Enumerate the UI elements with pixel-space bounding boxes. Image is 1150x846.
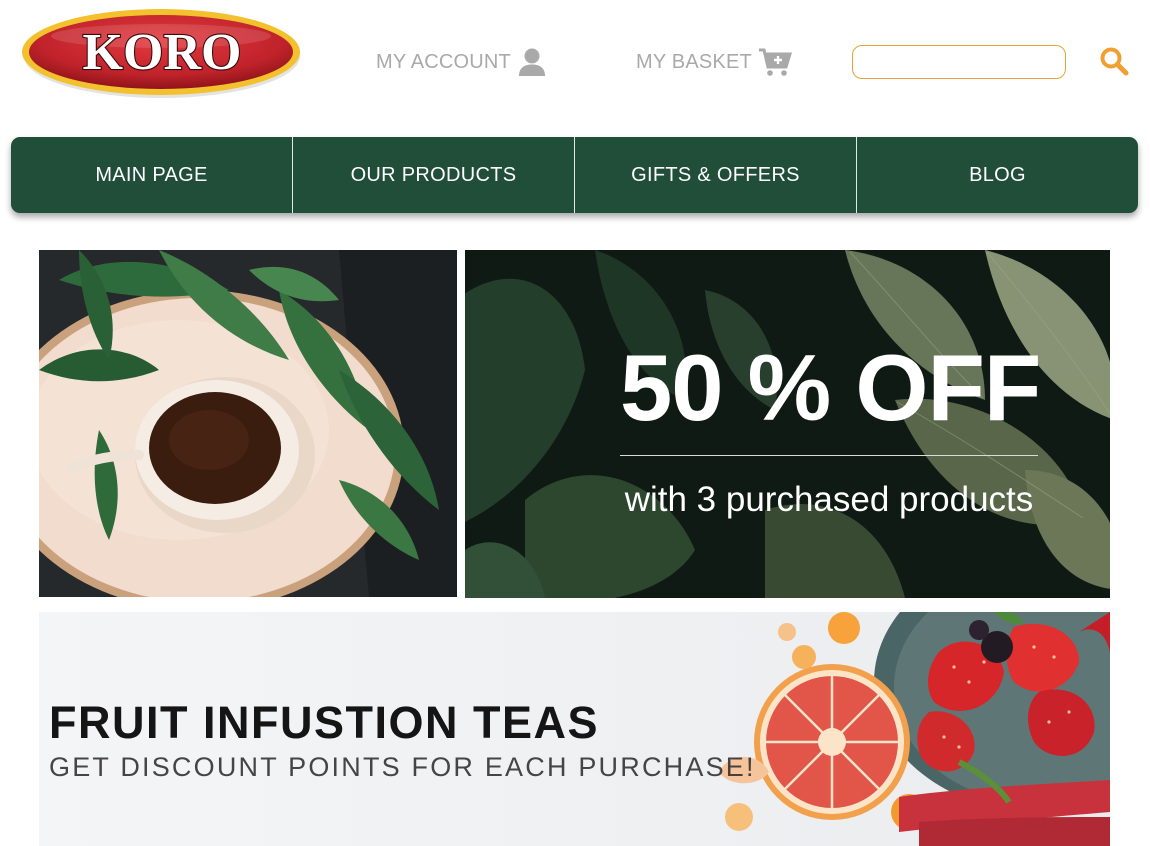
nav-item-blog[interactable]: BLOG <box>857 137 1138 213</box>
search-input[interactable] <box>852 45 1066 79</box>
tea-cup-image <box>39 250 457 597</box>
my-basket-label: MY BASKET <box>636 50 752 73</box>
koro-logo[interactable]: KORO <box>20 6 304 100</box>
main-nav: MAIN PAGE OUR PRODUCTS GIFTS & OFFERS BL… <box>11 137 1138 213</box>
my-basket-link[interactable]: MY BASKET <box>636 44 792 80</box>
sale-banner[interactable]: 50 % OFF with 3 purchased products <box>465 250 1110 598</box>
fruit-banner-subtitle: GET DISCOUNT POINTS FOR EACH PURCHASE! <box>49 752 756 782</box>
cart-plus-icon <box>758 47 792 77</box>
search-icon <box>1099 46 1129 81</box>
user-icon <box>517 47 547 77</box>
fruit-banner-title: FRUIT INFUSTION TEAS <box>49 697 599 748</box>
nav-item-our-products[interactable]: OUR PRODUCTS <box>293 137 575 213</box>
my-account-label: MY ACCOUNT <box>376 50 511 73</box>
fruit-tea-banner[interactable]: FRUIT INFUSTION TEAS GET DISCOUNT POINTS… <box>39 612 1110 846</box>
my-account-link[interactable]: MY ACCOUNT <box>376 44 547 80</box>
logo-text: KORO <box>83 24 242 81</box>
nav-item-main-page[interactable]: MAIN PAGE <box>11 137 293 213</box>
tea-cup-banner[interactable] <box>39 250 457 597</box>
page: KORO MY ACCOUNT MY BASKET MAIN PAGE OUR … <box>0 0 1150 846</box>
sale-divider <box>620 455 1038 456</box>
nav-item-gifts-offers[interactable]: GIFTS & OFFERS <box>575 137 857 213</box>
search-button[interactable] <box>1097 46 1131 80</box>
sale-subtitle: with 3 purchased products <box>624 480 1034 519</box>
sale-title: 50 % OFF <box>620 335 1041 440</box>
